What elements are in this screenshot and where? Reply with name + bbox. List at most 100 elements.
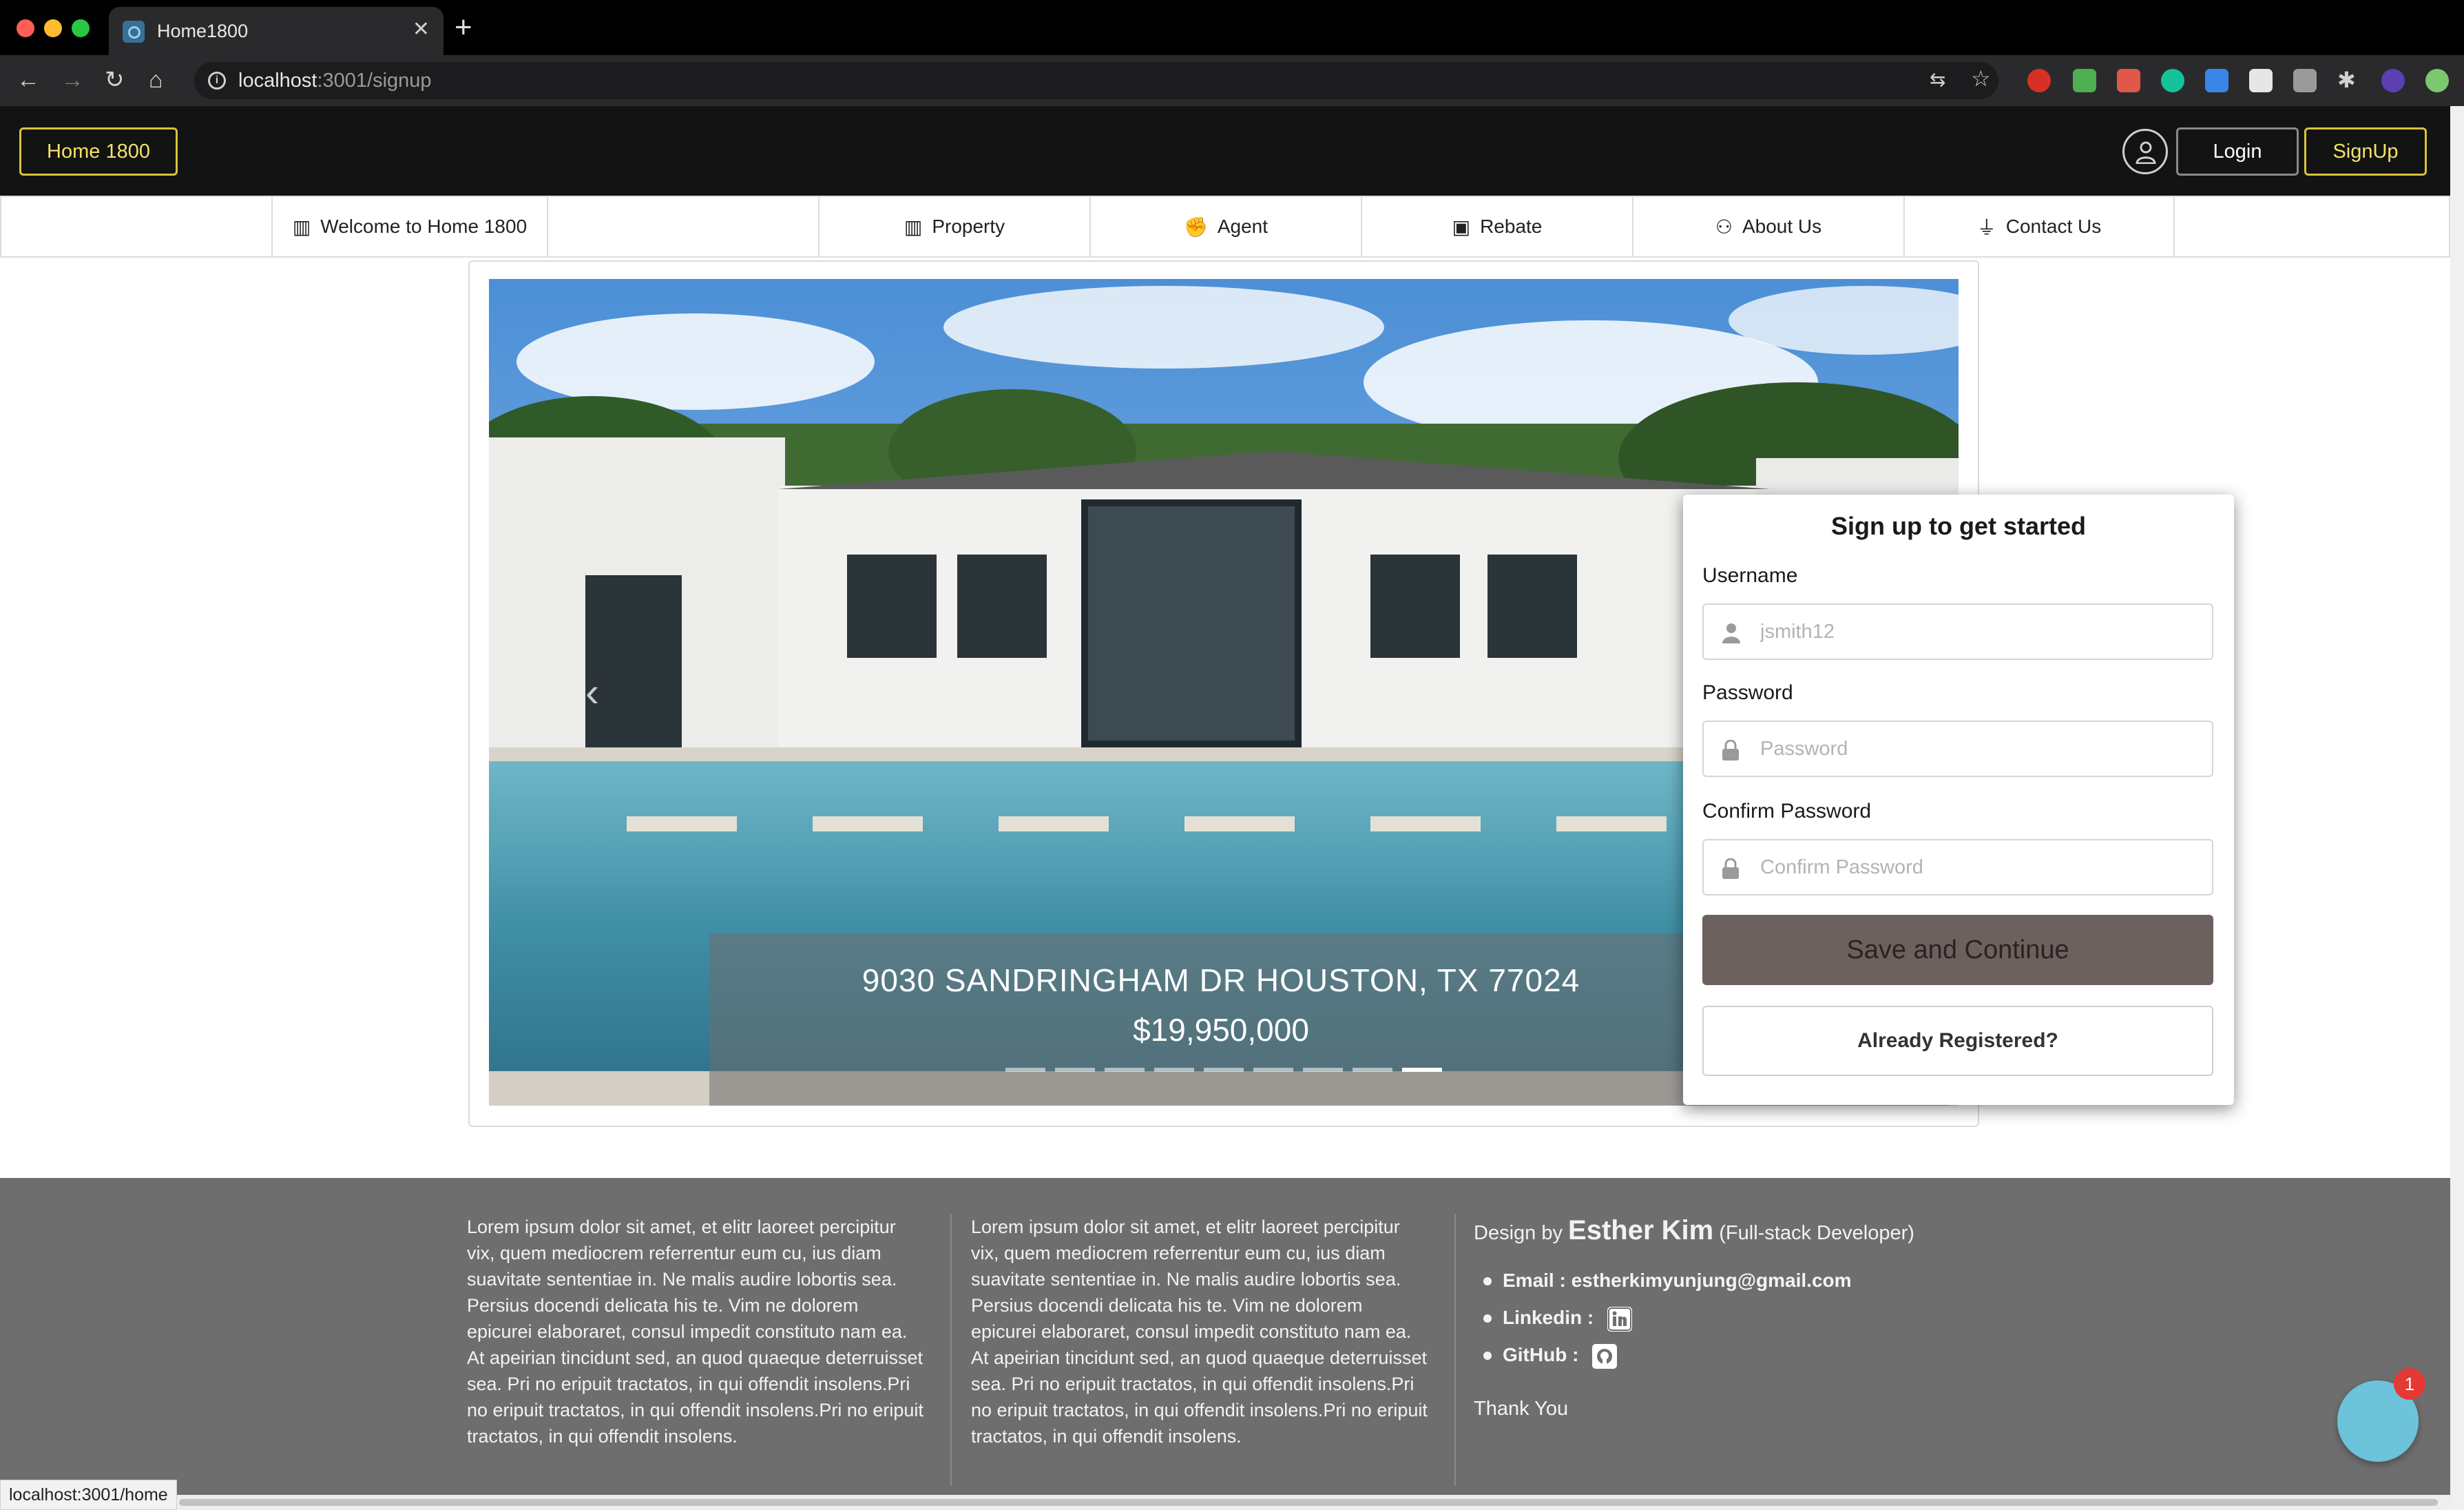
signup-button[interactable]: SignUp [2304, 127, 2427, 176]
lock-icon [1722, 858, 1739, 879]
browser-tab[interactable]: Home1800 ✕ [109, 7, 443, 55]
list-item-linkedin: Linkedin : [1483, 1299, 1852, 1336]
footer-text-middle: Lorem ipsum dolor sit amet, et elitr lao… [971, 1217, 1428, 1447]
menu-item-label: Welcome to Home 1800 [320, 216, 528, 237]
email-link[interactable]: estherkimyunjung@gmail.com [1572, 1270, 1852, 1291]
close-tab-icon[interactable]: ✕ [413, 18, 430, 41]
list-item-email: Email : estherkimyunjung@gmail.com [1483, 1262, 1852, 1299]
menu-item-agent[interactable]: ✊ Agent [1089, 197, 1361, 256]
lock-icon [1722, 740, 1739, 761]
carousel-indicator[interactable] [1204, 1068, 1244, 1072]
already-registered-button[interactable]: Already Registered? [1702, 1006, 2213, 1076]
handshake-icon: ✊ [1183, 216, 1208, 238]
notion-extension-icon[interactable] [2249, 69, 2273, 92]
site-footer: Lorem ipsum dolor sit amet, et elitr lao… [0, 1178, 2450, 1495]
username-label: Username [1702, 564, 1798, 587]
signup-form: Sign up to get started Username Password… [1683, 495, 2234, 1105]
building-icon: ▥ [292, 216, 311, 238]
user-icon [1722, 623, 1740, 643]
github-icon[interactable] [1592, 1343, 1618, 1369]
save-and-continue-button[interactable]: Save and Continue [1702, 915, 2213, 985]
footer-text-left: Lorem ipsum dolor sit amet, et elitr lao… [467, 1217, 923, 1447]
menu-item-welcome[interactable]: ▥ Welcome to Home 1800 [271, 197, 547, 256]
site-header: Home 1800 Login SignUp [0, 106, 2450, 196]
carousel-indicator[interactable] [1005, 1068, 1045, 1072]
site-info-icon[interactable]: i [208, 72, 226, 90]
bookmark-star-icon[interactable]: ☆ [1971, 66, 1991, 91]
password-input[interactable] [1759, 729, 2200, 769]
carousel-indicator[interactable] [1253, 1068, 1293, 1072]
url-text: localhost:3001/signup [238, 70, 432, 92]
menu-item-contact[interactable]: ⏚ Contact Us [1903, 197, 2175, 256]
status-bar-url: localhost:3001/home [0, 1480, 177, 1510]
footer-divider [950, 1214, 952, 1486]
vertical-scrollbar[interactable] [2450, 106, 2464, 1510]
forward-arrow-icon[interactable]: → [61, 66, 84, 94]
confirm-password-label: Confirm Password [1702, 800, 1872, 823]
scrollbar-thumb[interactable] [179, 1499, 2438, 1506]
email-label: Email : [1503, 1270, 1566, 1291]
address-bar[interactable]: i localhost:3001/signup ⇆ ☆ [194, 62, 1998, 99]
property-address: 9030 SANDRINGHAM DR HOUSTON, TX 77024 [862, 962, 1580, 998]
mail-extension-icon[interactable] [2073, 69, 2096, 92]
carousel-indicator[interactable] [1105, 1068, 1145, 1072]
confirm-password-field[interactable] [1702, 839, 2213, 896]
designer-name: Esther Kim [1568, 1215, 1714, 1245]
property-price: $19,950,000 [1133, 1012, 1309, 1048]
update-extension-icon[interactable] [2425, 69, 2449, 92]
contact-list: Email : estherkimyunjung@gmail.com Linke… [1483, 1262, 1852, 1374]
username-field[interactable] [1702, 603, 2213, 660]
maximize-window-button[interactable] [72, 19, 90, 37]
carousel-indicator-active[interactable] [1402, 1068, 1442, 1072]
linkedin-label: Linkedin : [1503, 1307, 1594, 1328]
confirm-password-input[interactable] [1759, 847, 2200, 887]
menu-item-label: About Us [1742, 216, 1822, 237]
minimize-window-button[interactable] [44, 19, 62, 37]
password-field[interactable] [1702, 721, 2213, 777]
github-label: GitHub : [1503, 1344, 1579, 1365]
menu-item-rebate[interactable]: ▣ Rebate [1361, 197, 1632, 256]
translate-icon[interactable]: ⇆ [1930, 68, 1945, 92]
carousel-prev-icon[interactable]: ‹ [585, 672, 599, 713]
username-input[interactable] [1759, 612, 2200, 652]
adblock-extension-icon[interactable] [2027, 69, 2051, 92]
note-extension-icon[interactable] [2293, 69, 2317, 92]
user-account-icon[interactable] [2122, 129, 2168, 174]
designer-role: (Full-stack Developer) [1719, 1222, 1914, 1244]
menu-item-label: Rebate [1480, 216, 1543, 237]
browser-toolbar: ← → ↻ ⌂ i localhost:3001/signup ⇆ ☆ ✱ [0, 55, 2464, 106]
login-button[interactable]: Login [2176, 127, 2299, 176]
password-label: Password [1702, 681, 1793, 704]
back-arrow-icon[interactable]: ← [17, 66, 40, 94]
new-tab-button[interactable]: + [455, 12, 472, 43]
extensions-puzzle-icon[interactable]: ✱ [2337, 68, 2356, 92]
grammarly-extension-icon[interactable] [2161, 69, 2184, 92]
form-title: Sign up to get started [1830, 512, 2086, 540]
carousel-indicator[interactable] [1154, 1068, 1194, 1072]
carousel-indicator[interactable] [1303, 1068, 1343, 1072]
red-extension-icon[interactable] [2117, 69, 2140, 92]
money-bill-icon: ▣ [1452, 216, 1471, 238]
carousel-indicator[interactable] [1353, 1068, 1392, 1072]
carousel-indicators [1005, 1068, 1442, 1072]
linkedin-icon[interactable] [1607, 1306, 1633, 1332]
designer-credit: Design by Esther Kim (Full-stack Develop… [1474, 1217, 1914, 1247]
browser-titlebar: Home1800 ✕ + [0, 0, 2464, 55]
close-window-button[interactable] [17, 19, 34, 37]
menu-item-label: Agent [1217, 216, 1268, 237]
home-icon[interactable]: ⌂ [149, 66, 163, 94]
menu-item-label: Property [932, 216, 1005, 237]
footer-divider [1454, 1214, 1456, 1486]
profile-avatar[interactable] [2381, 69, 2405, 92]
menu-item-property[interactable]: ▥ Property [818, 197, 1089, 256]
download-extension-icon[interactable] [2205, 69, 2228, 92]
horizontal-scrollbar[interactable] [0, 1495, 2450, 1510]
menu-spacer [547, 197, 818, 256]
menu-item-label: Contact Us [2005, 216, 2102, 237]
building-icon: ▥ [904, 216, 923, 238]
thank-you-text: Thank You [1474, 1398, 1569, 1420]
carousel-indicator[interactable] [1055, 1068, 1095, 1072]
reload-icon[interactable]: ↻ [105, 66, 125, 94]
home-brand-button[interactable]: Home 1800 [19, 127, 178, 176]
menu-item-about[interactable]: ⚇ About Us [1632, 197, 1903, 256]
